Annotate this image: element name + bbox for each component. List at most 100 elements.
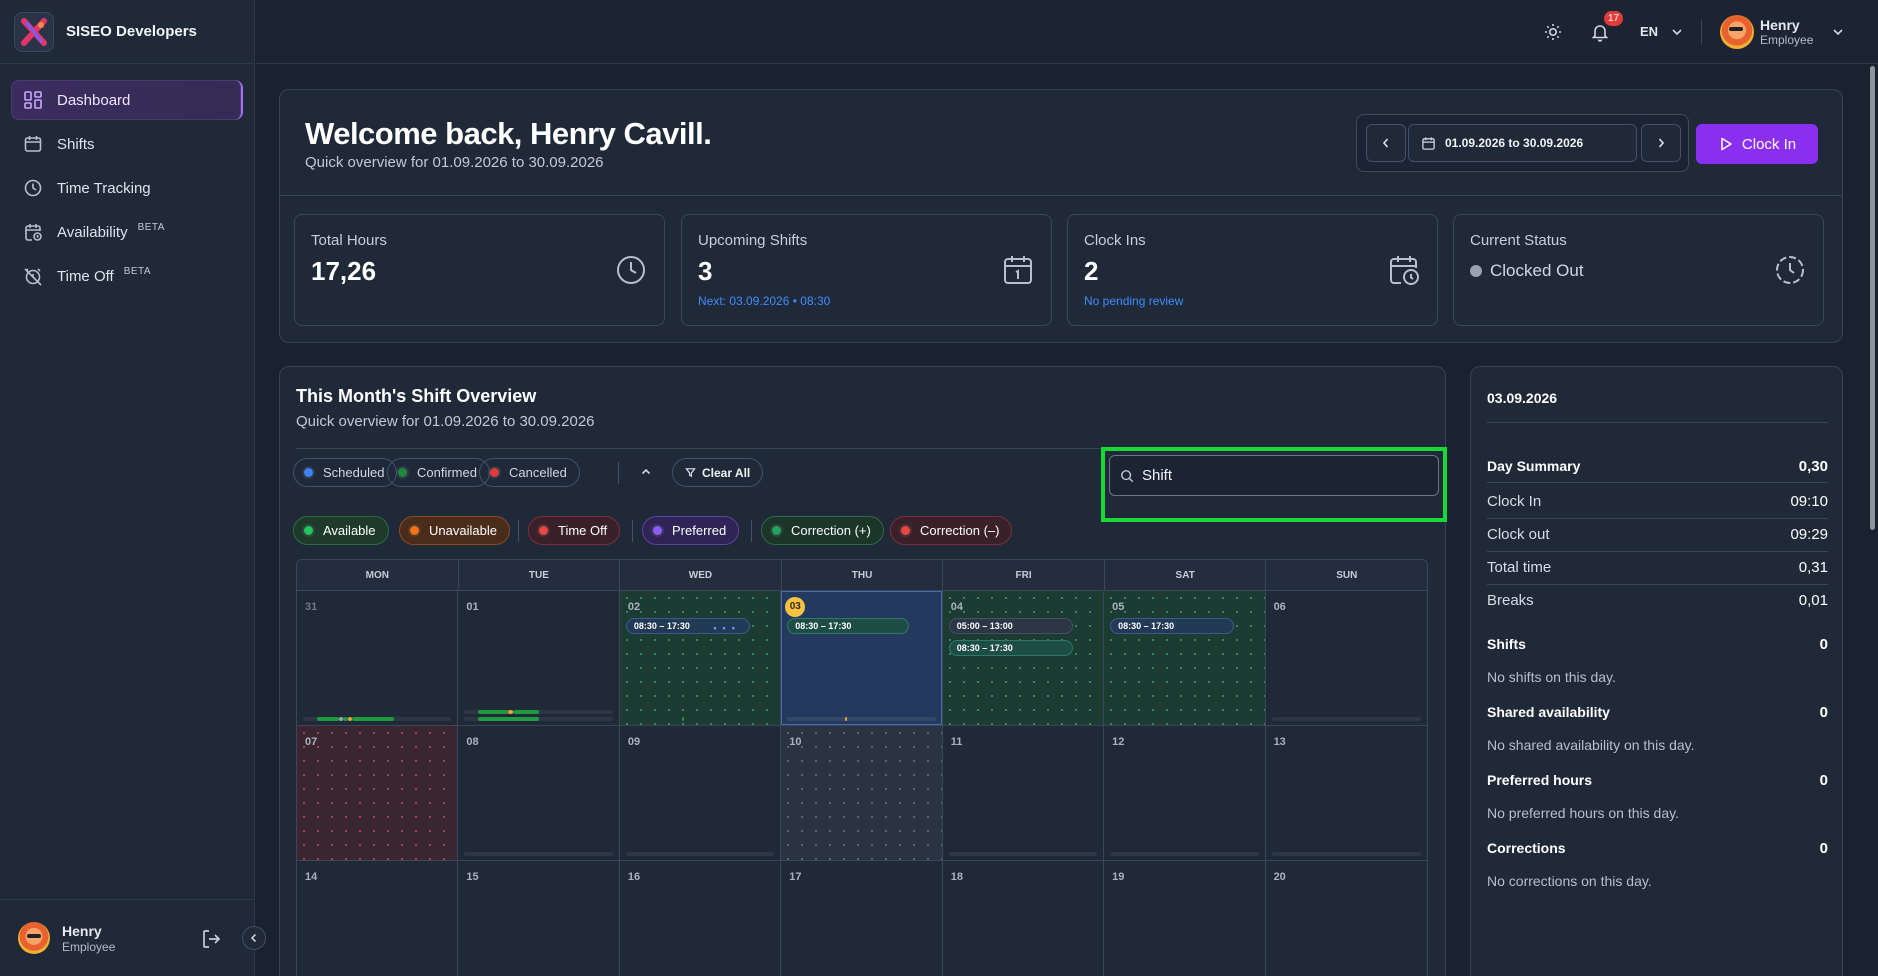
collapse-sidebar-button[interactable] [242, 926, 266, 950]
row-value: 09:29 [1790, 526, 1828, 543]
day-cell[interactable]: 17 [781, 861, 943, 976]
day-number: 14 [305, 871, 318, 883]
clear-all-button[interactable]: Clear All [672, 458, 764, 487]
nav-label: Time Tracking [57, 179, 151, 197]
sun-icon[interactable] [1543, 22, 1563, 42]
day-number: 15 [466, 871, 479, 883]
nav-item-time-off[interactable]: Time Off BETA [11, 256, 243, 296]
shift-pill[interactable]: 08:30 – 17:30 [787, 618, 910, 634]
filter-label: Scheduled [323, 465, 385, 480]
nav-label: Time Off [57, 267, 114, 285]
clock-in-button[interactable]: Clock In [1696, 124, 1818, 164]
day-number-today: 03 [785, 597, 806, 617]
filter-correction-minus[interactable]: Correction (–) [890, 516, 1013, 545]
chevron-down-icon[interactable] [1830, 24, 1846, 40]
empty-note: No preferred hours on this day. [1487, 805, 1679, 821]
filter-available[interactable]: Available [293, 516, 389, 545]
nav-item-time-tracking[interactable]: Time Tracking [11, 168, 243, 208]
day-cell[interactable]: 05 08:30 – 17:30 [1104, 591, 1266, 726]
nav-item-availability[interactable]: Availability BETA [11, 212, 243, 252]
row-value: 0,01 [1798, 592, 1828, 609]
day-cell[interactable]: 04 05:00 – 13:00 08:30 – 17:30 [942, 591, 1105, 726]
shift-pill[interactable]: 08:30 – 17:30 [1110, 618, 1235, 634]
calendar-clock-icon [25, 224, 42, 241]
day-cell-today[interactable]: 03 08:30 – 17:30 [781, 591, 943, 726]
filter-preferred[interactable]: Preferred [642, 516, 740, 545]
chevron-down-icon[interactable] [1669, 24, 1685, 40]
day-number: 20 [1273, 871, 1286, 883]
search-input[interactable] [1142, 467, 1432, 484]
status-dot [1470, 265, 1482, 277]
day-cell[interactable]: 19 [1104, 861, 1266, 976]
prev-range-button[interactable] [1366, 124, 1406, 162]
day-cell[interactable]: 10 [781, 726, 943, 861]
row-value: 09:10 [1790, 493, 1828, 510]
day-cell[interactable]: 09 [619, 726, 782, 861]
scrollbar-thumb[interactable] [1870, 66, 1875, 530]
time-bar [464, 717, 613, 721]
filter-unavailable[interactable]: Unavailable [399, 516, 510, 545]
summary-row: Total time 0,31 [1487, 559, 1828, 576]
day-summary-row: Day Summary 0,30 [1487, 458, 1828, 475]
clear-all-label: Clear All [702, 465, 751, 480]
user-menu[interactable]: Henry Employee [1720, 15, 1813, 49]
day-cell[interactable]: 20 [1266, 861, 1427, 976]
day-cell[interactable]: 14 [297, 861, 459, 976]
day-number: 12 [1112, 736, 1125, 748]
day-number: 09 [627, 736, 641, 748]
filter-cancelled[interactable]: Cancelled [479, 458, 580, 487]
section-label: Shared availability [1487, 704, 1610, 720]
weekday-label: FRI [943, 560, 1105, 590]
filter-confirmed[interactable]: Confirmed [387, 458, 490, 487]
page-title: Welcome back, Henry Cavill. [305, 116, 712, 151]
summary-row: Breaks 0,01 [1487, 592, 1828, 609]
avatar[interactable] [18, 922, 50, 954]
row-value: 0,30 [1798, 458, 1828, 475]
divider [296, 448, 1118, 449]
search-box[interactable] [1109, 455, 1439, 496]
day-cell[interactable]: 01 [458, 591, 620, 726]
day-cell[interactable]: 08 [458, 726, 620, 861]
logout-icon[interactable] [200, 927, 224, 951]
nav-item-dashboard[interactable]: Dashboard [11, 80, 243, 120]
stat-label: Clock Ins [1084, 232, 1146, 249]
day-cell[interactable]: 15 [458, 861, 620, 976]
row-value: 0,31 [1798, 559, 1828, 576]
language-select[interactable]: EN [1640, 24, 1658, 39]
filter-scheduled[interactable]: Scheduled [293, 458, 398, 487]
day-cell[interactable]: 31 [297, 591, 459, 726]
status-dot [653, 526, 662, 535]
brand[interactable]: SISEO Developers [0, 0, 254, 64]
collapse-filters-button[interactable] [635, 461, 657, 483]
next-range-button[interactable] [1641, 124, 1681, 162]
shift-pill[interactable]: 08:30 – 17:30 [948, 640, 1073, 656]
day-cell[interactable]: 06 [1265, 591, 1427, 726]
day-cell[interactable]: 18 [943, 861, 1105, 976]
day-cell[interactable]: 13 [1265, 726, 1427, 861]
filter-label: Preferred [672, 523, 727, 538]
date-range-field[interactable]: 01.09.2026 to 30.09.2026 [1408, 124, 1637, 162]
status-indicator: Clocked Out [1470, 261, 1584, 281]
shift-pill[interactable]: 05:00 – 13:00 [948, 618, 1073, 634]
timer-icon [1776, 256, 1804, 284]
shift-time: 08:30 – 17:30 [956, 643, 1013, 653]
divider [1487, 584, 1828, 585]
nav-item-shifts[interactable]: Shifts [11, 124, 243, 164]
day-cell[interactable]: 11 [942, 726, 1105, 861]
filter-time-off[interactable]: Time Off [528, 516, 621, 545]
status-dot [901, 526, 910, 535]
status-dot [398, 468, 407, 477]
filter-label: Confirmed [417, 465, 477, 480]
status-value: Clocked Out [1490, 261, 1584, 280]
section-count: 0 [1819, 840, 1828, 857]
time-bar [625, 852, 775, 856]
sidebar-user: Henry Employee [0, 899, 255, 976]
shift-pill[interactable]: 08:30 – 17:30 ••• [625, 618, 750, 634]
chevron-up-icon [641, 468, 651, 475]
day-cell[interactable]: 16 [620, 861, 782, 976]
filter-correction-plus[interactable]: Correction (+) [761, 516, 884, 545]
calendar-icon [1422, 136, 1435, 150]
day-cell[interactable]: 12 [1104, 726, 1266, 861]
day-cell[interactable]: 02 08:30 – 17:30 ••• [619, 591, 782, 726]
day-cell[interactable]: 07 [297, 726, 459, 861]
